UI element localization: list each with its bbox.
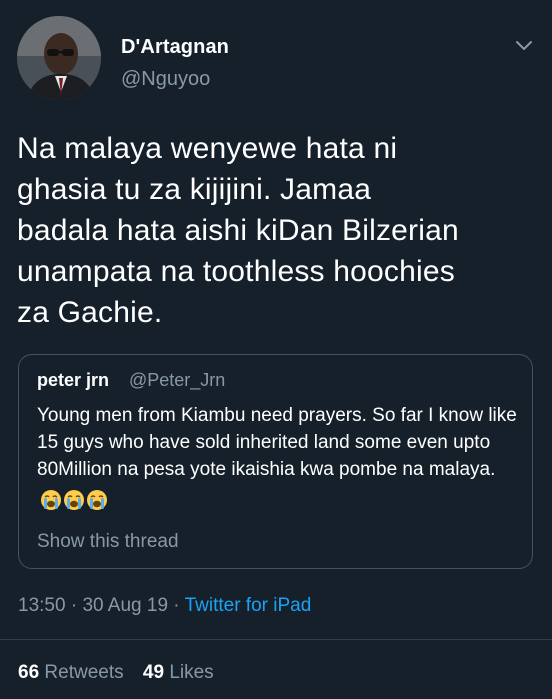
meta-separator: ·	[65, 595, 83, 616]
retweets-label: Retweets	[44, 662, 124, 683]
quoted-tweet-body: Young men from Kiambu need prayers. So f…	[37, 405, 517, 480]
likes-label: Likes	[169, 662, 214, 683]
tweet-detail: D'Artagnan @Nguyoo Na malaya wenyewe hat…	[0, 0, 552, 699]
quoted-tweet-text: Young men from Kiambu need prayers. So f…	[37, 402, 522, 513]
loudly-crying-face-icon	[41, 489, 61, 510]
engagement-stats: 66 Retweets 49 Likes	[18, 662, 228, 684]
avatar-image	[17, 16, 101, 100]
quoted-tweet-card[interactable]: peter jrn @Peter_Jrn Young men from Kiam…	[18, 354, 533, 569]
show-thread-link[interactable]: Show this thread	[37, 531, 179, 553]
loudly-crying-face-icon	[64, 489, 84, 510]
author-display-name[interactable]: D'Artagnan	[121, 36, 229, 59]
tweet-text: Na malaya wenyewe hata ni ghasia tu za k…	[17, 132, 459, 329]
chevron-down-icon[interactable]	[513, 34, 535, 56]
tweet-date: 30 Aug 19	[82, 595, 169, 616]
avatar[interactable]	[17, 16, 101, 100]
author-handle[interactable]: @Nguyoo	[121, 68, 210, 91]
loudly-crying-face-icon	[87, 489, 107, 510]
tweet-meta: 13:50 · 30 Aug 19 · Twitter for iPad	[18, 595, 311, 617]
tweet-source-link[interactable]: Twitter for iPad	[185, 595, 312, 616]
meta-separator: ·	[168, 595, 185, 616]
quoted-author-name: peter jrn	[37, 370, 110, 390]
quoted-author-handle: @Peter_Jrn	[129, 370, 226, 390]
divider	[0, 639, 552, 640]
tweet-time: 13:50	[18, 595, 66, 616]
likes-stat[interactable]: 49 Likes	[143, 662, 214, 683]
retweets-count: 66	[18, 662, 40, 683]
emoji-group	[40, 486, 109, 513]
tweet-header: D'Artagnan @Nguyoo	[17, 16, 535, 104]
likes-count: 49	[142, 662, 165, 683]
retweets-stat[interactable]: 66 Retweets	[18, 662, 124, 683]
